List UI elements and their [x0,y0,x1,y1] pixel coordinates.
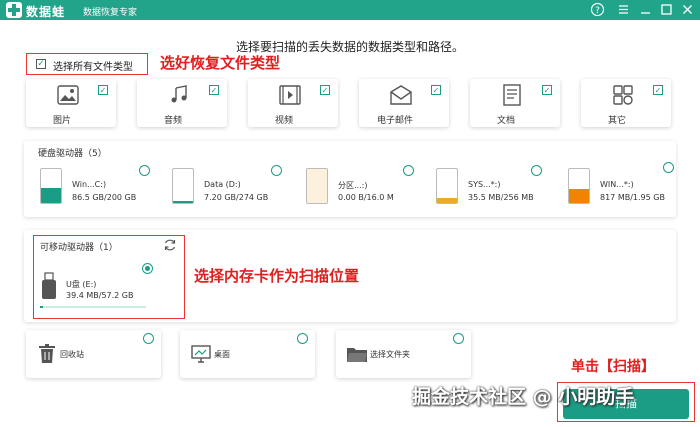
file-type-label: 视频 [274,116,293,126]
file-type-label: 音频 [163,116,182,126]
usb-drive-name[interactable]: U盘 (E:) [66,279,96,290]
drive-item[interactable]: Win...C:) 86.5 GB/200 GB [30,166,156,206]
location-radio[interactable] [297,333,308,344]
drive-name: Win...C:) [72,180,107,189]
file-type-label: 电子邮件 [376,116,413,126]
drive-radio[interactable] [403,165,414,176]
drive-usage-fill [173,200,193,203]
usb-usage-fill [40,306,44,308]
minimize-icon[interactable] [638,2,653,17]
usb-drive-icon [40,272,58,300]
select-all-label: 选择所有文件类型 [53,62,133,73]
file-type-checkbox[interactable]: ✓ [320,85,330,95]
location-radio[interactable] [453,333,464,344]
drive-icon [436,168,458,204]
removable-drives-title: 可移动驱动器（1） [40,243,118,253]
refresh-icon[interactable] [163,237,177,251]
other-icon [611,84,635,106]
drive-size: 0.00 B/16.0 M [338,193,394,202]
help-icon[interactable]: ? [590,2,605,17]
close-icon[interactable] [680,2,695,17]
drive-usage-fill [437,198,457,203]
drive-name: SYS...*:) [468,180,501,189]
file-type-email[interactable]: ✓ 电子邮件 [359,79,449,127]
usb-usage-bar [40,306,146,308]
title-bar: 数据蛙 数据恢复专家 ? [0,0,700,20]
file-type-checkbox[interactable]: ✓ [653,85,663,95]
select-all-checkbox[interactable]: ✓ 选择所有文件类型 [26,53,148,75]
drive-name: 分区...:) [338,181,368,190]
hard-drives-title: 硬盘驱动器（5） [38,149,107,159]
app-name: 数据蛙 [26,5,66,19]
usb-drive-size: 39.4 MB/57.2 GB [66,291,134,300]
drive-icon [172,168,194,204]
file-type-checkbox[interactable]: ✓ [431,85,441,95]
drive-radio[interactable] [139,165,150,176]
file-type-label: 文档 [496,116,515,126]
location-label: 回收站 [60,350,84,359]
drive-icon [40,168,62,204]
drive-item[interactable]: Data (D:) 7.20 GB/274 GB [162,166,288,206]
drive-radio[interactable] [663,162,674,173]
file-type-image[interactable]: ✓ 图片 [26,79,116,127]
file-type-audio[interactable]: ✓ 音频 [137,79,227,127]
svg-text:?: ? [595,6,600,16]
drive-size: 817 MB/1.95 GB [600,193,665,202]
menu-icon[interactable] [616,2,631,17]
file-type-document[interactable]: ✓ 文档 [470,79,560,127]
file-type-checkbox[interactable]: ✓ [209,85,219,95]
file-type-checkbox[interactable]: ✓ [542,85,552,95]
file-type-label: 其它 [607,116,626,126]
desktop-icon [190,344,212,364]
drive-usage-fill [41,188,61,203]
maximize-icon[interactable] [659,2,674,17]
usb-drive-radio[interactable] [142,263,153,274]
drive-icon [568,168,590,204]
trash-icon [36,344,58,364]
drive-radio[interactable] [271,165,282,176]
drive-radio[interactable] [531,165,542,176]
drive-usage-fill [307,169,327,203]
annotation-click-scan: 单击【扫描】 [571,359,655,375]
file-type-other[interactable]: ✓ 其它 [581,79,671,127]
app-subtitle: 数据恢复专家 [83,8,138,18]
music-icon [167,84,191,106]
drive-usage-fill [569,188,589,203]
file-type-video[interactable]: ✓ 视频 [248,79,338,127]
drive-size: 86.5 GB/200 GB [72,193,137,202]
drive-icon [306,168,328,204]
location-label: 选择文件夹 [370,350,410,359]
video-icon [278,84,302,106]
location-choose-folder[interactable]: 选择文件夹 [336,330,471,378]
location-label: 桌面 [214,350,230,359]
annotation-select-card: 选择内存卡作为扫描位置 [194,267,360,285]
checkbox-check-icon: ✓ [36,59,46,69]
drive-name: Data (D:) [204,180,241,189]
email-icon [389,84,413,106]
drive-size: 35.5 MB/256 MB [468,193,534,202]
image-icon [56,84,80,106]
file-type-checkbox[interactable]: ✓ [98,85,108,95]
drive-name: WIN...*:) [600,180,634,189]
folder-icon [346,344,368,364]
app-logo-icon [6,2,22,18]
drive-size: 7.20 GB/274 GB [204,193,269,202]
file-type-label: 图片 [52,116,71,126]
document-icon [500,84,524,106]
watermark: 掘金技术社区 @ 小明助手 [412,386,635,408]
location-recycle-bin[interactable]: 回收站 [26,330,161,378]
location-radio[interactable] [143,333,154,344]
location-desktop[interactable]: 桌面 [180,330,315,378]
annotation-select-types: 选好恢复文件类型 [160,54,281,72]
